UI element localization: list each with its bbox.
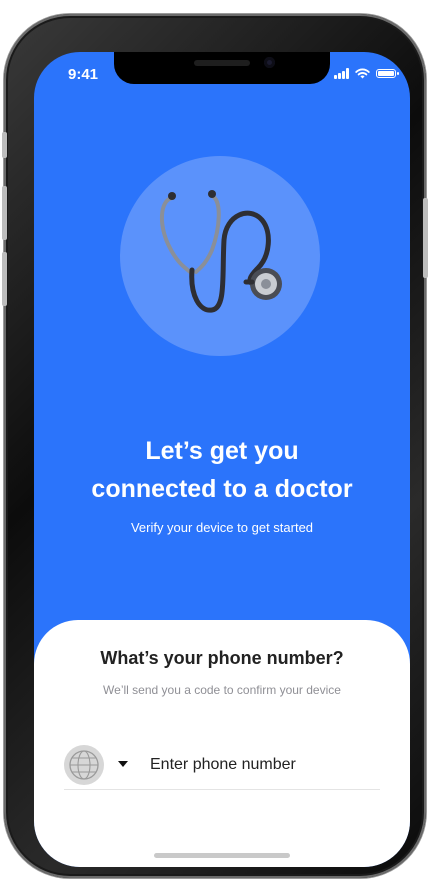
globe-icon bbox=[64, 745, 104, 785]
stethoscope-icon bbox=[160, 190, 282, 313]
wifi-icon bbox=[355, 68, 370, 79]
power-button bbox=[423, 198, 428, 278]
home-indicator[interactable] bbox=[154, 853, 290, 858]
page-headline: Let’s get you connected to a doctor bbox=[34, 432, 410, 508]
sheet-title: What’s your phone number? bbox=[100, 648, 344, 668]
mute-switch bbox=[2, 132, 7, 158]
phone-input-row bbox=[64, 745, 380, 790]
volume-up-button bbox=[2, 186, 7, 240]
country-code-picker[interactable] bbox=[64, 745, 134, 785]
front-camera bbox=[264, 57, 275, 68]
sheet-subtitle: We’ll send you a code to confirm your de… bbox=[103, 683, 341, 697]
phone-device-frame: 9:41 Let’s get you connected to a doctor… bbox=[2, 14, 428, 878]
phone-number-input[interactable] bbox=[150, 751, 370, 779]
page-subtitle: Verify your device to get started bbox=[130, 520, 314, 535]
phone-number-sheet: What’s your phone number? We’ll send you… bbox=[34, 620, 410, 867]
status-time: 9:41 bbox=[68, 66, 99, 83]
signal-icon bbox=[334, 68, 349, 79]
battery-icon bbox=[376, 69, 399, 78]
notch bbox=[114, 52, 330, 84]
caret-down-icon bbox=[118, 761, 128, 767]
earpiece-speaker bbox=[194, 60, 250, 66]
headline-line-1: Let’s get you bbox=[145, 437, 299, 465]
volume-down-button bbox=[2, 252, 7, 306]
hero-illustration-circle bbox=[120, 156, 320, 356]
status-icons bbox=[334, 68, 399, 79]
app-screen: 9:41 Let’s get you connected to a doctor… bbox=[34, 52, 410, 867]
headline-line-2: connected to a doctor bbox=[91, 475, 353, 503]
